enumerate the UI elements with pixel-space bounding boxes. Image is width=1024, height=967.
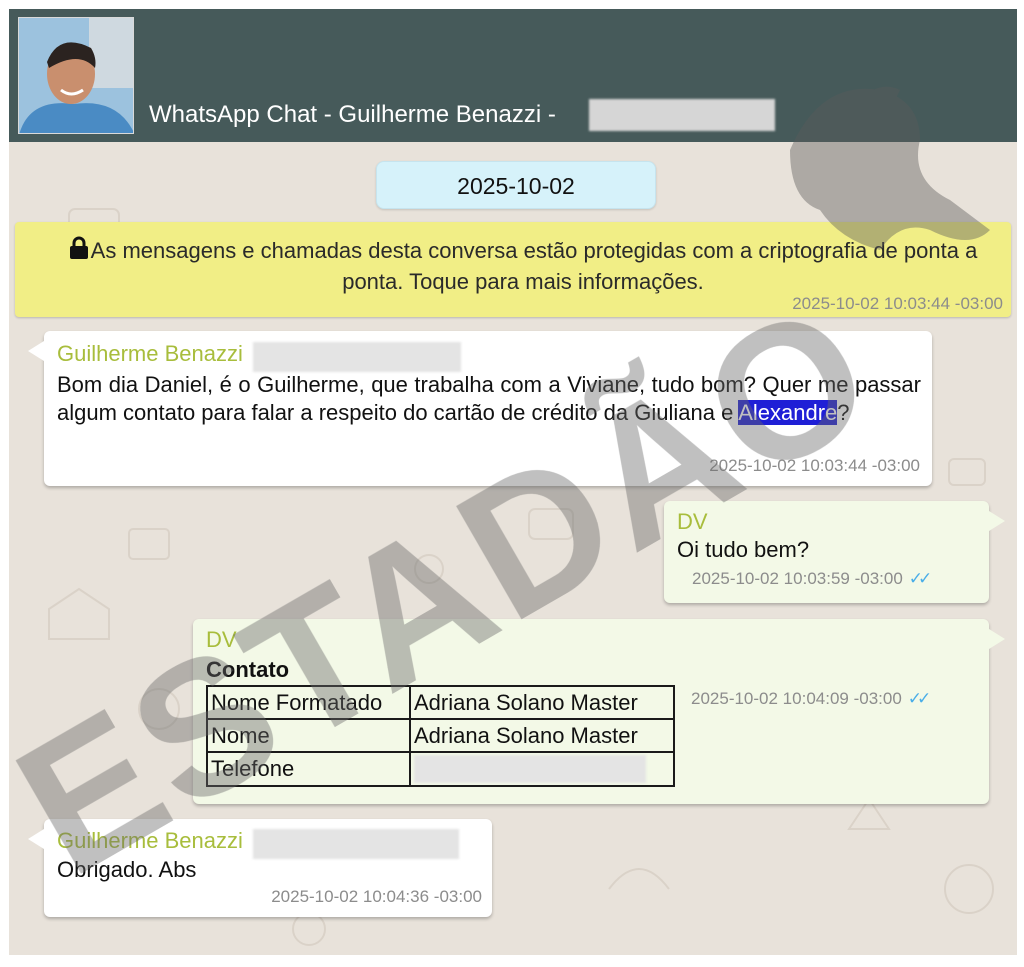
message-timestamp: 2025-10-02 10:03:59 -03:00 [692,569,903,588]
redacted-phone-number [414,755,646,784]
contact-field-value[interactable]: Adriana Solano Master [409,685,675,720]
message-timestamp: 2025-10-02 10:03:44 -03:00 [709,456,920,475]
message-text: Oi tudo bem? [677,537,810,562]
message-text: Obrigado. Abs [57,857,197,882]
contact-card-table: Nome Formatado Adriana Solano Master Nom… [206,685,675,788]
table-row: Nome Formatado Adriana Solano Master [206,685,675,720]
lock-icon [69,236,89,267]
contact-field-value[interactable]: Adriana Solano Master [409,718,675,753]
incoming-message[interactable]: Guilherme Benazzi Bom dia Daniel, é o Gu… [28,331,932,486]
incoming-message[interactable]: Guilherme Benazzi Obrigado. Abs 2025-10-… [28,819,492,917]
chat-title: WhatsApp Chat - Guilherme Benazzi - [149,101,556,128]
table-row: Nome Adriana Solano Master [206,718,675,753]
message-meta: 2025-10-02 10:03:59 -03:00 ✓✓ [692,569,932,589]
outgoing-contact-message[interactable]: DV Contato Nome Formatado Adriana Solano… [193,619,1005,804]
chat-header: WhatsApp Chat - Guilherme Benazzi - [9,9,1017,142]
contact-field-label: Nome [206,718,411,753]
redacted-phone-number [589,99,775,131]
contact-field-label: Telefone [206,750,411,788]
bubble-tail [28,829,44,849]
message-timestamp: 2025-10-02 10:04:36 -03:00 [271,887,482,906]
highlighted-name: Alexandre [738,400,838,425]
table-row: Telefone [206,750,675,788]
contact-field-value[interactable] [409,750,675,788]
encryption-notice-text: As mensagens e chamadas desta conversa e… [39,236,1007,296]
encryption-notice-timestamp: 2025-10-02 10:03:44 -03:00 [792,294,1003,313]
message-text: Bom dia Daniel, é o Guilherme, que traba… [57,371,921,427]
message-timestamp: 2025-10-02 10:04:09 -03:00 [691,689,902,708]
double-check-icon: ✓✓ [908,569,932,588]
redacted-phone-number [253,828,460,859]
double-check-icon: ✓✓ [907,689,931,708]
sender-name: DV [677,509,708,534]
sender-name: Guilherme Benazzi [57,828,243,853]
contact-field-label: Nome Formatado [206,685,411,720]
bubble-tail [989,511,1005,531]
redacted-phone-number [253,341,462,372]
outgoing-message[interactable]: DV Oi tudo bem? 2025-10-02 10:03:59 -03:… [664,501,1005,603]
encryption-notice-message: As mensagens e chamadas desta conversa e… [90,238,978,294]
message-text-part: ? [837,400,850,425]
chat-export-frame: WhatsApp Chat - Guilherme Benazzi - 2025… [9,9,1017,955]
bubble-tail [28,341,44,361]
contact-avatar[interactable] [18,17,134,134]
sender-name: DV [206,627,237,652]
date-divider: 2025-10-02 [376,161,656,209]
bubble-tail [989,629,1005,649]
contact-card-title: Contato [206,657,290,682]
message-meta: 2025-10-02 10:04:09 -03:00 ✓✓ [691,689,931,709]
sender-name: Guilherme Benazzi [57,341,243,366]
encryption-notice[interactable]: As mensagens e chamadas desta conversa e… [15,222,1011,317]
